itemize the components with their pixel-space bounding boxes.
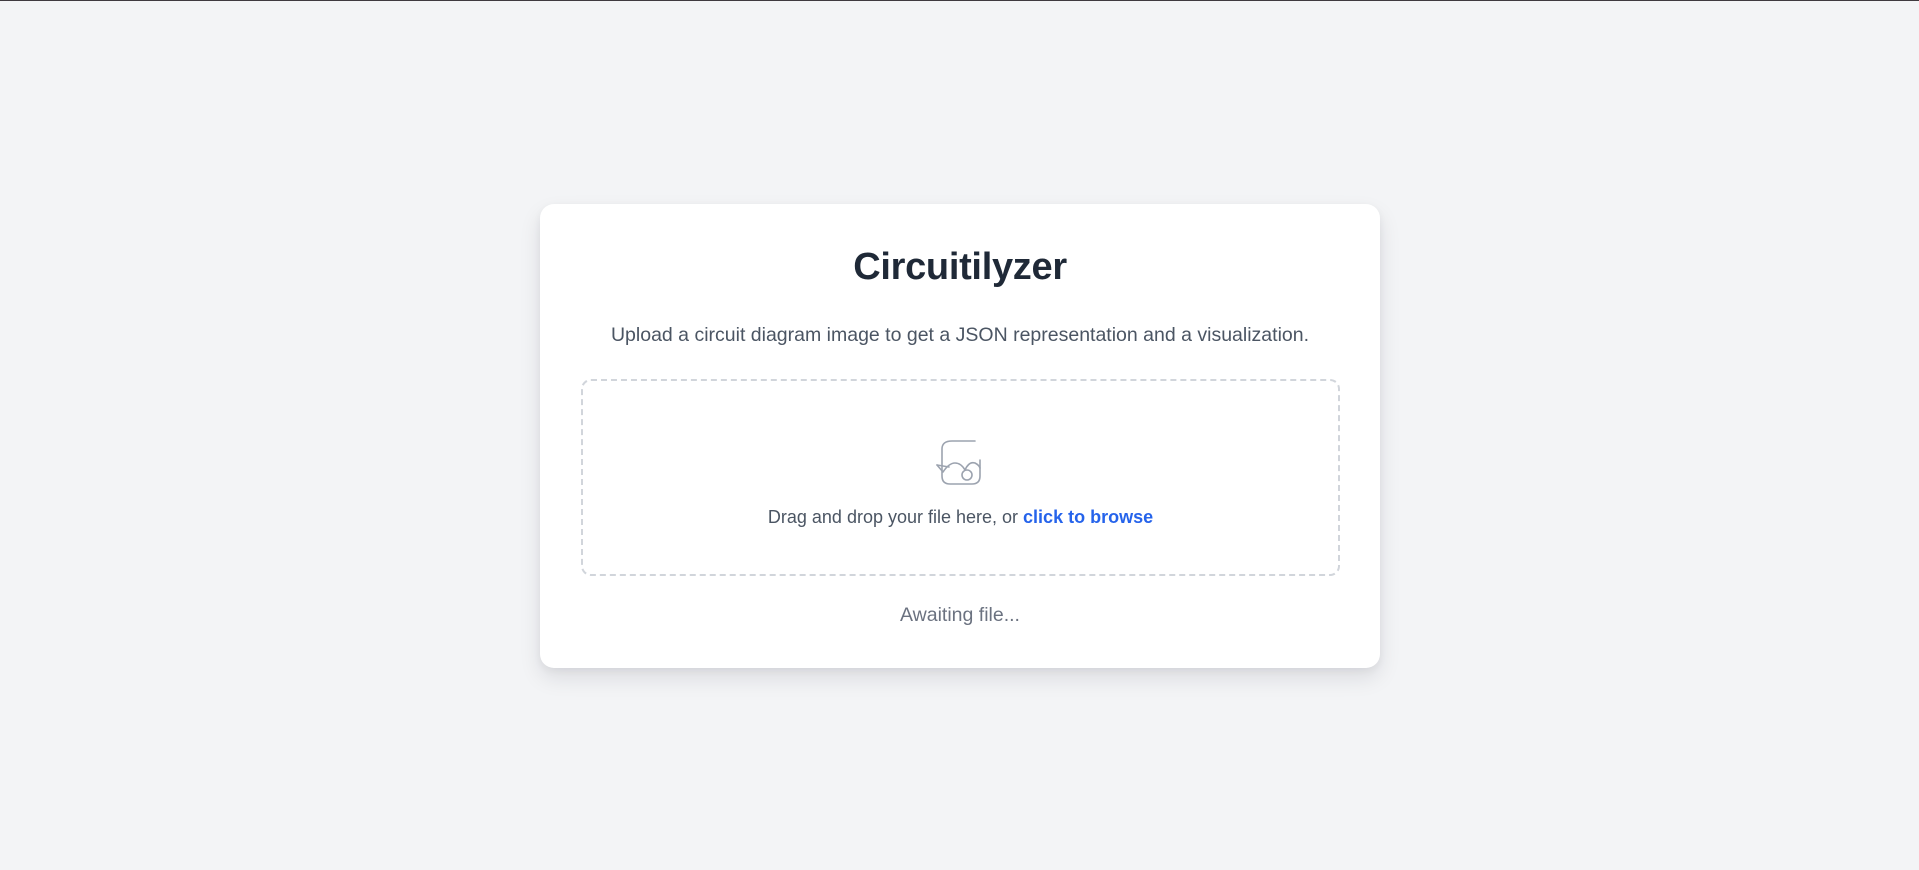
- image-upload-icon: [936, 440, 981, 485]
- dropzone-text: Drag and drop your file here, or click t…: [583, 505, 1338, 529]
- status-text: Awaiting file...: [900, 604, 1020, 626]
- page-subtitle: Upload a circuit diagram image to get a …: [610, 324, 1310, 346]
- browse-link[interactable]: click to browse: [1023, 507, 1153, 527]
- file-dropzone[interactable]: Drag and drop your file here, or click t…: [581, 379, 1340, 576]
- dropzone-prompt: Drag and drop your file here, or: [767, 507, 1019, 527]
- upload-card: Circuitilyzer Upload a circuit diagram i…: [540, 204, 1380, 668]
- page-title: Circuitilyzer: [853, 246, 1067, 288]
- window-top-border: [0, 0, 1919, 1]
